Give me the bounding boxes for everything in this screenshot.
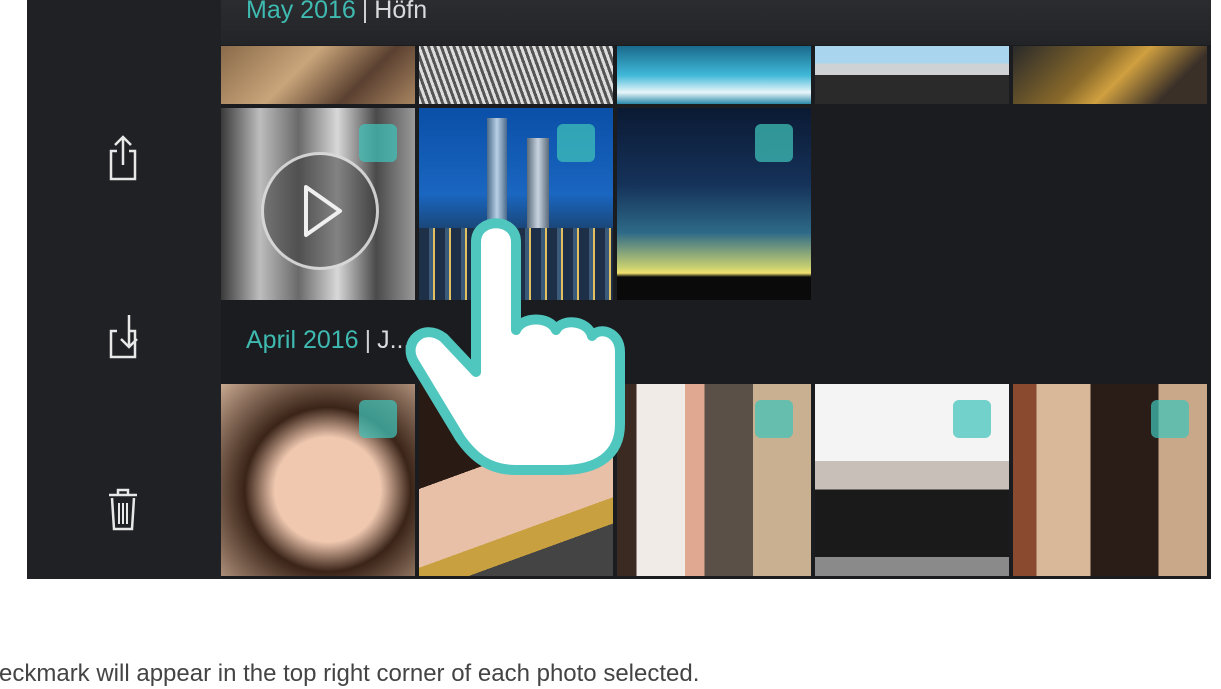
- select-checkbox[interactable]: [359, 400, 397, 438]
- play-button[interactable]: [261, 152, 379, 270]
- photo-tile[interactable]: [221, 384, 415, 576]
- pointing-hand-icon: [405, 218, 625, 475]
- select-checkbox[interactable]: [557, 124, 595, 162]
- photo-tile[interactable]: [617, 108, 811, 300]
- select-checkbox[interactable]: [755, 400, 793, 438]
- instruction-caption: eckmark will appear in the top right cor…: [0, 660, 700, 687]
- photo-tile[interactable]: [221, 46, 415, 104]
- section-date: May 2016: [246, 0, 356, 24]
- share-button[interactable]: [99, 132, 147, 184]
- section-location: Höfn: [374, 0, 428, 24]
- section-date: April 2016: [246, 326, 359, 354]
- photo-tile[interactable]: [617, 46, 811, 104]
- photo-tile[interactable]: [1013, 46, 1207, 104]
- share-icon: [109, 135, 137, 181]
- play-icon: [304, 185, 342, 237]
- select-checkbox[interactable]: [359, 124, 397, 162]
- sidebar: [27, 0, 221, 579]
- select-checkbox[interactable]: [1151, 400, 1189, 438]
- download-icon: [109, 315, 138, 359]
- photo-tile[interactable]: [815, 384, 1009, 576]
- photo-tile[interactable]: [617, 384, 811, 576]
- section-header-may: May 2016 | Höfn: [246, 0, 427, 25]
- photo-grid-area: May 2016|Höfn April 2016|J... F: [221, 0, 1211, 579]
- video-tile[interactable]: [221, 108, 415, 300]
- section-separator: |: [364, 326, 372, 354]
- photo-tile[interactable]: [1013, 384, 1207, 576]
- select-checkbox[interactable]: [755, 124, 793, 162]
- select-checkbox[interactable]: [953, 400, 991, 438]
- trash-icon: [109, 488, 137, 531]
- photo-tile[interactable]: [815, 46, 1009, 104]
- section-separator: |: [361, 0, 369, 24]
- delete-button[interactable]: [99, 482, 147, 534]
- download-button[interactable]: [99, 310, 147, 362]
- photo-tile[interactable]: [419, 46, 613, 104]
